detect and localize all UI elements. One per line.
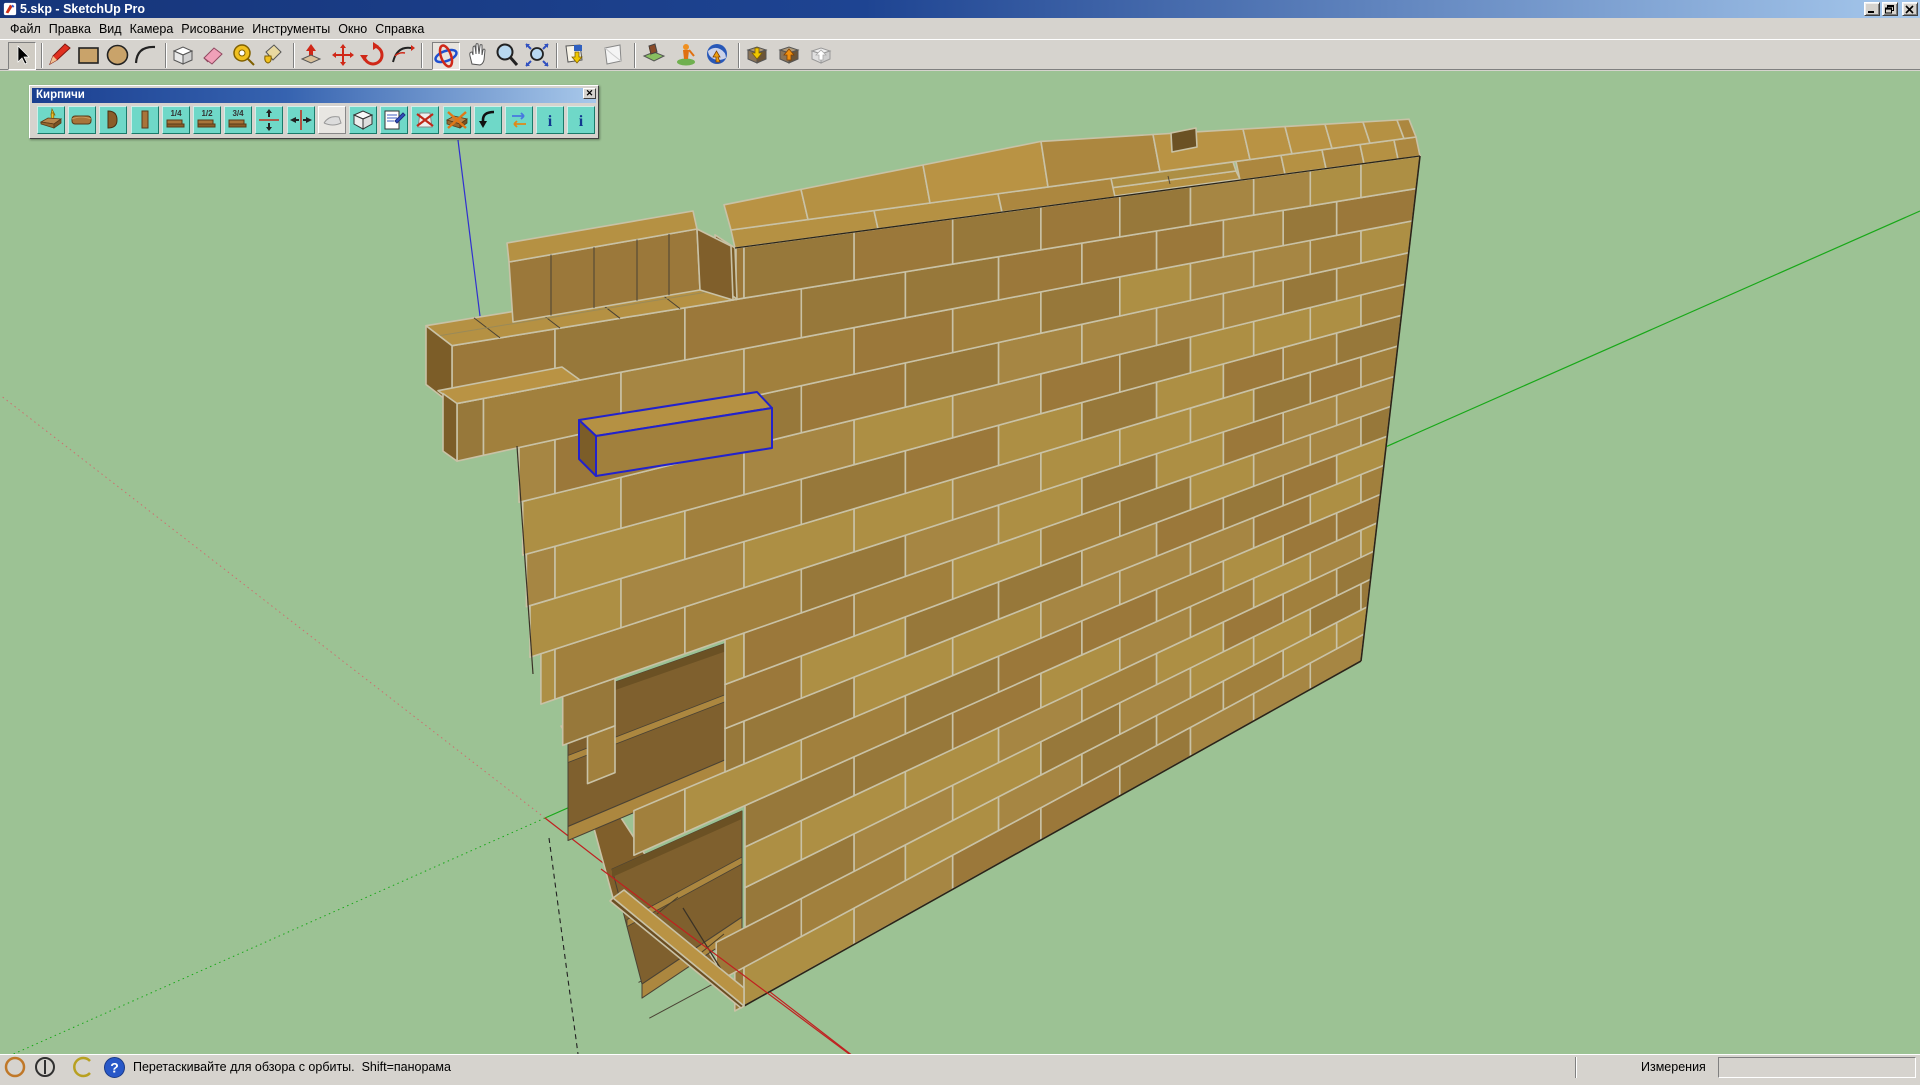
svg-text:i: i (579, 113, 584, 130)
svg-text:i: i (548, 113, 553, 130)
svg-text:3/4: 3/4 (232, 109, 244, 118)
svg-text:1/4: 1/4 (170, 109, 182, 118)
svg-text:?: ? (110, 1060, 119, 1076)
svg-text:1/2: 1/2 (201, 109, 213, 118)
